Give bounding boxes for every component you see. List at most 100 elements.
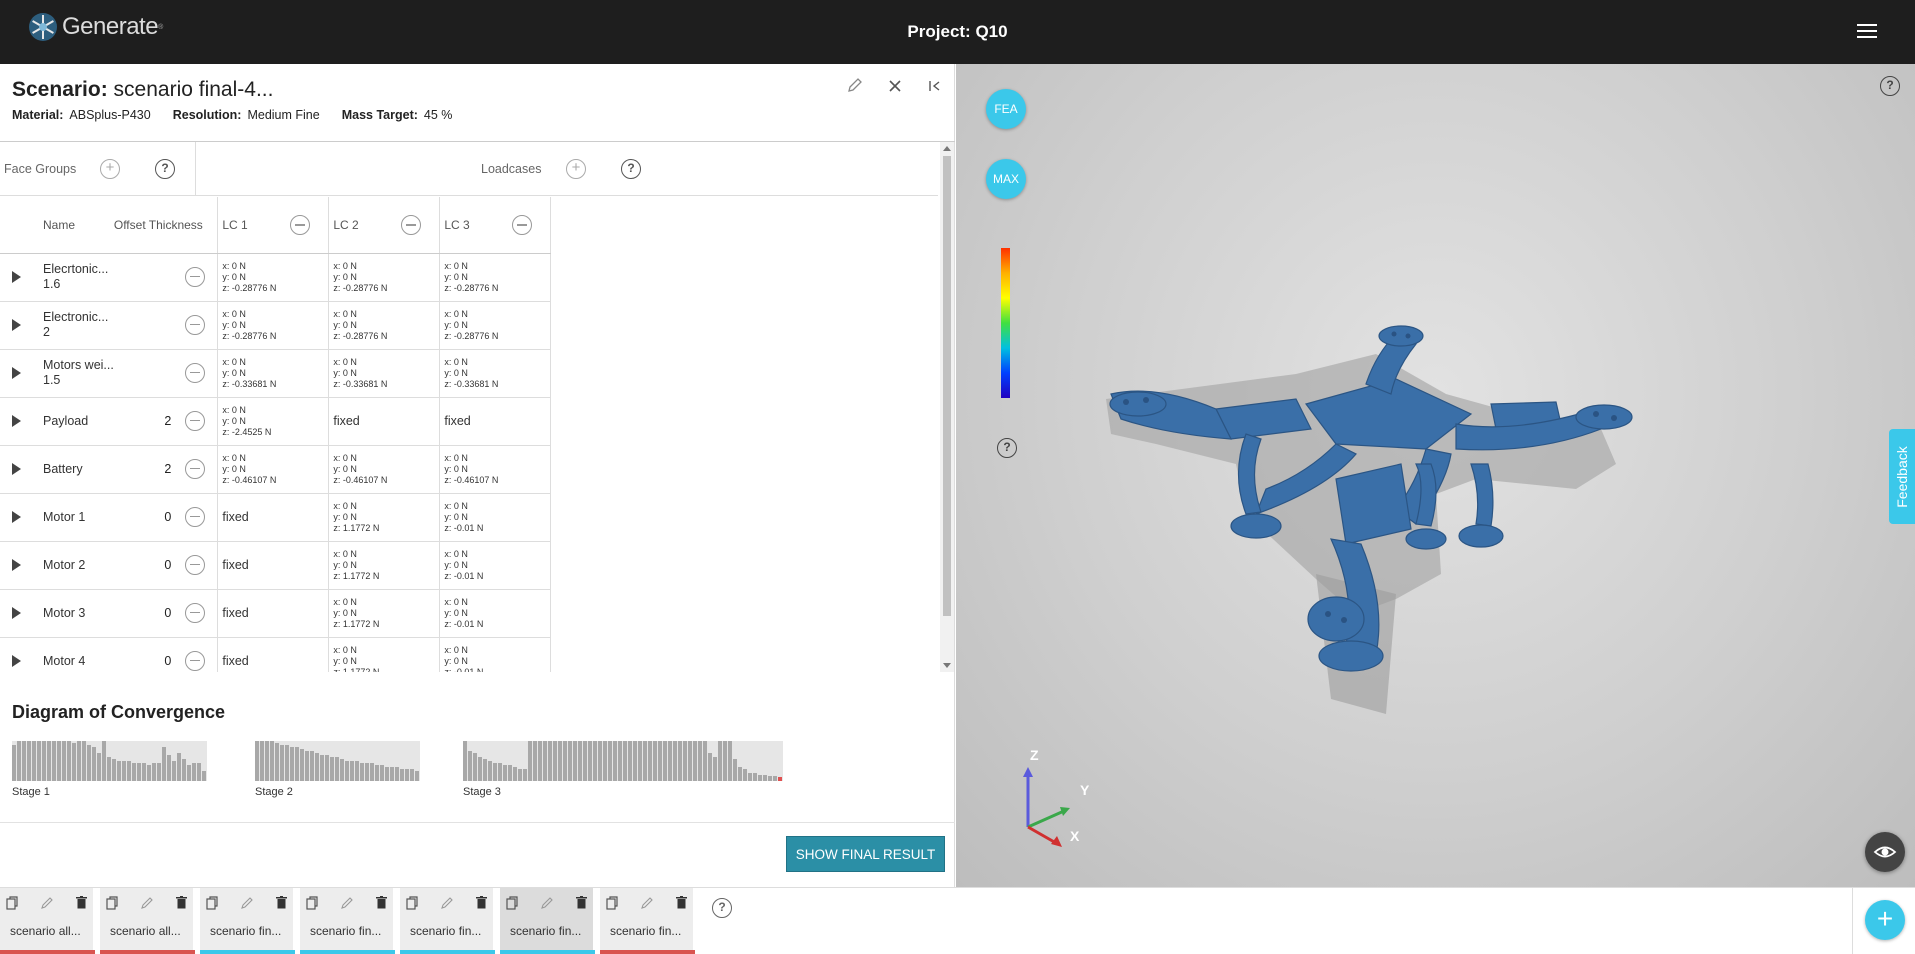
lc1-cell[interactable]: fixed (217, 541, 329, 590)
table-row[interactable]: Motor 2 0 fixed x: 0 Ny: 0 Nz: 1.1772 Nx: 0… (0, 541, 552, 590)
face-groups-help-icon[interactable]: ? (155, 159, 175, 179)
edit-pencil-icon[interactable] (40, 896, 54, 913)
scenario-tab[interactable]: scenario fin... (200, 888, 295, 954)
expand-row-icon[interactable] (12, 559, 21, 571)
expand-row-icon[interactable] (12, 271, 21, 283)
loadcases-help-icon[interactable]: ? (621, 159, 641, 179)
add-face-group-button[interactable]: + (100, 159, 120, 179)
add-scenario-button[interactable]: + (1865, 900, 1905, 940)
lc2-cell[interactable]: fixed (328, 397, 440, 446)
collapse-panel-icon[interactable] (924, 76, 946, 98)
scenario-tab[interactable]: scenario fin... (500, 888, 595, 954)
expand-row-icon[interactable] (12, 319, 21, 331)
scenario-tab[interactable]: scenario fin... (300, 888, 395, 954)
trash-icon[interactable] (276, 896, 287, 913)
lc2-cell[interactable]: x: 0 Ny: 0 Nz: 1.1772 N (328, 493, 440, 542)
remove-face-group-button[interactable] (185, 554, 206, 575)
table-row[interactable]: Motor 1 0 fixed x: 0 Ny: 0 Nz: 1.1772 Nx: 0… (0, 493, 552, 542)
table-row[interactable]: Battery 2 x: 0 Ny: 0 Nz: -0.46107 Nx: 0 Ny… (0, 445, 552, 494)
edit-pencil-icon[interactable] (140, 896, 154, 913)
edit-pencil-icon[interactable] (540, 896, 554, 913)
lc1-cell[interactable]: fixed (217, 589, 329, 638)
trash-icon[interactable] (476, 896, 487, 913)
lc2-cell[interactable]: x: 0 Ny: 0 Nz: 1.1772 N (328, 589, 440, 638)
lc1-cell[interactable]: fixed (217, 637, 329, 672)
copy-icon[interactable] (606, 896, 618, 913)
lc3-cell[interactable]: x: 0 Ny: 0 Nz: -0.01 N (439, 637, 552, 672)
lc3-cell[interactable]: x: 0 Ny: 0 Nz: -0.28776 N (439, 301, 552, 350)
scroll-up-arrow-icon[interactable] (943, 146, 951, 151)
lc3-cell[interactable]: x: 0 Ny: 0 Nz: -0.01 N (439, 493, 552, 542)
copy-icon[interactable] (106, 896, 118, 913)
drone-frame-model[interactable] (1096, 314, 1686, 744)
fea-button[interactable]: FEA (986, 89, 1026, 129)
lc1-cell[interactable]: x: 0 Ny: 0 Nz: -0.46107 N (217, 445, 329, 494)
expand-row-icon[interactable] (12, 463, 21, 475)
lc1-cell[interactable]: x: 0 Ny: 0 Nz: -0.28776 N (217, 253, 329, 302)
edit-pencil-icon[interactable] (640, 896, 654, 913)
table-row[interactable]: Motor 4 0 fixed x: 0 Ny: 0 Nz: 1.1772 Nx: 0… (0, 637, 552, 672)
table-row[interactable]: Elecrtonic... 1.6 x: 0 Ny: 0 Nz: -0.28776 … (0, 253, 552, 302)
remove-face-group-button[interactable] (185, 458, 206, 479)
copy-icon[interactable] (306, 896, 318, 913)
lc3-cell[interactable]: x: 0 Ny: 0 Nz: -0.01 N (439, 589, 552, 638)
expand-row-icon[interactable] (12, 607, 21, 619)
edit-pencil-icon[interactable] (240, 896, 254, 913)
visibility-eye-icon[interactable] (1865, 832, 1905, 872)
lc3-cell[interactable]: x: 0 Ny: 0 Nz: -0.46107 N (439, 445, 552, 494)
edit-pencil-icon[interactable] (440, 896, 454, 913)
edit-pencil-icon[interactable] (340, 896, 354, 913)
remove-face-group-button[interactable] (185, 506, 206, 527)
table-row[interactable]: Motor 3 0 fixed x: 0 Ny: 0 Nz: 1.1772 Nx: 0… (0, 589, 552, 638)
lc3-cell[interactable]: fixed (439, 397, 552, 446)
lc2-cell[interactable]: x: 0 Ny: 0 Nz: -0.46107 N (328, 445, 440, 494)
scroll-thumb[interactable] (943, 156, 951, 616)
lc2-cell[interactable]: x: 0 Ny: 0 Nz: -0.28776 N (328, 301, 440, 350)
3d-viewer[interactable]: FEA MAX ? ? Z Y X Feedback (956, 64, 1915, 887)
expand-row-icon[interactable] (12, 415, 21, 427)
remove-face-group-button[interactable] (185, 410, 206, 431)
viewer-help-icon[interactable]: ? (1880, 76, 1900, 96)
edit-pencil-icon[interactable] (844, 76, 866, 98)
lc1-cell[interactable]: x: 0 Ny: 0 Nz: -0.28776 N (217, 301, 329, 350)
table-row[interactable]: Electronic... 2 x: 0 Ny: 0 Nz: -0.28776 Nx… (0, 301, 552, 350)
lc3-cell[interactable]: x: 0 Ny: 0 Nz: -0.01 N (439, 541, 552, 590)
scenario-tab[interactable]: scenario all... (100, 888, 195, 954)
lc2-cell[interactable]: x: 0 Ny: 0 Nz: 1.1772 N (328, 637, 440, 672)
expand-row-icon[interactable] (12, 511, 21, 523)
lc1-cell[interactable]: x: 0 Ny: 0 Nz: -2.4525 N (217, 397, 329, 446)
table-row[interactable]: Payload 2 x: 0 Ny: 0 Nz: -2.4525 N fixed fix… (0, 397, 552, 446)
remove-face-group-button[interactable] (185, 314, 206, 335)
legend-help-icon[interactable]: ? (997, 438, 1017, 458)
expand-row-icon[interactable] (12, 655, 21, 667)
tabs-help-icon[interactable]: ? (712, 898, 732, 918)
remove-lc3-button[interactable] (512, 215, 533, 235)
table-row[interactable]: Motors wei... 1.5 x: 0 Ny: 0 Nz: -0.33681 … (0, 349, 552, 398)
scenario-tab[interactable]: scenario fin... (400, 888, 495, 954)
scenario-tab[interactable]: scenario all... (0, 888, 95, 954)
trash-icon[interactable] (76, 896, 87, 913)
lc3-cell[interactable]: x: 0 Ny: 0 Nz: -0.28776 N (439, 253, 552, 302)
copy-icon[interactable] (206, 896, 218, 913)
scenario-tab[interactable]: scenario fin... (600, 888, 695, 954)
hamburger-menu-icon[interactable] (1857, 24, 1877, 40)
lc2-cell[interactable]: x: 0 Ny: 0 Nz: -0.33681 N (328, 349, 440, 398)
lc1-cell[interactable]: x: 0 Ny: 0 Nz: -0.33681 N (217, 349, 329, 398)
max-button[interactable]: MAX (986, 159, 1026, 199)
scroll-down-arrow-icon[interactable] (943, 663, 951, 668)
show-final-result-button[interactable]: SHOW FINAL RESULT (786, 836, 945, 872)
lc3-cell[interactable]: x: 0 Ny: 0 Nz: -0.33681 N (439, 349, 552, 398)
trash-icon[interactable] (676, 896, 687, 913)
copy-icon[interactable] (506, 896, 518, 913)
table-scrollbar[interactable] (940, 142, 954, 672)
copy-icon[interactable] (6, 896, 18, 913)
close-icon[interactable] (884, 76, 906, 98)
lc2-cell[interactable]: x: 0 Ny: 0 Nz: -0.28776 N (328, 253, 440, 302)
expand-row-icon[interactable] (12, 367, 21, 379)
lc1-cell[interactable]: fixed (217, 493, 329, 542)
trash-icon[interactable] (576, 896, 587, 913)
copy-icon[interactable] (406, 896, 418, 913)
add-loadcase-button[interactable]: + (566, 159, 586, 179)
remove-lc1-button[interactable] (290, 215, 311, 235)
lc2-cell[interactable]: x: 0 Ny: 0 Nz: 1.1772 N (328, 541, 440, 590)
